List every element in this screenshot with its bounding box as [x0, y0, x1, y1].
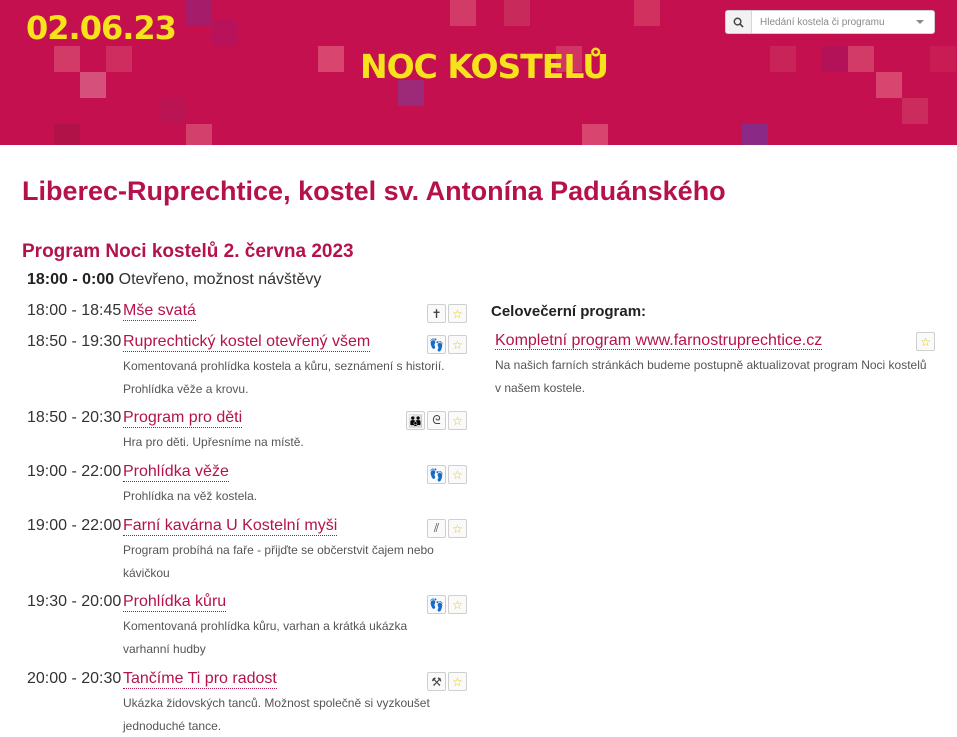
program-item-icons: 👪 ᘓ ☆: [406, 411, 467, 430]
program-item-time: 19:30 - 20:00: [27, 593, 122, 610]
all-night-icons: ☆: [916, 332, 935, 351]
program-item-description: Komentovaná prohlídka kostela a kůru, se…: [123, 359, 445, 396]
family-icon[interactable]: 👪: [406, 411, 425, 430]
search-icon: [733, 17, 744, 28]
decor-square: [54, 124, 80, 145]
program-item-time: 18:00 - 18:45: [27, 302, 122, 319]
decor-square: [450, 0, 476, 26]
decor-square: [848, 46, 874, 72]
program-item-description: Ukázka židovských tanců. Možnost společn…: [123, 696, 430, 733]
event-date-logo[interactable]: 02.06.23: [26, 9, 177, 47]
footsteps-icon[interactable]: 👣: [427, 595, 446, 614]
program-item-link[interactable]: Mše svatá: [123, 302, 196, 321]
decor-square: [54, 46, 80, 72]
program-item: 20:00 - 20:30 Tančíme Ti pro radost Ukáz…: [27, 670, 469, 737]
program-item-link[interactable]: Prohlídka kůru: [123, 593, 227, 612]
program-item-icons: ✝ ☆: [427, 304, 467, 323]
program-item-time: 19:00 - 22:00: [27, 517, 122, 534]
decor-square: [160, 98, 186, 124]
pacifier-icon[interactable]: ᘓ: [427, 411, 446, 430]
program-item-icons: ⫽ ☆: [427, 519, 467, 538]
decor-square: [318, 46, 344, 72]
decor-square: [742, 124, 768, 145]
decor-square: [106, 46, 132, 72]
program-item-time: 19:00 - 22:00: [27, 463, 122, 480]
program-item-description: Hra pro děti. Upřesníme na místě.: [123, 435, 304, 449]
search-input[interactable]: [752, 11, 916, 33]
program-item-link[interactable]: Prohlídka věže: [123, 463, 229, 482]
program-item-time: 20:00 - 20:30: [27, 670, 122, 687]
decor-square: [876, 72, 902, 98]
program-item: 19:30 - 20:00 Prohlídka kůru Komentovaná…: [27, 593, 469, 661]
church-search-box[interactable]: [725, 10, 935, 34]
program-item-link[interactable]: Tančíme Ti pro radost: [123, 670, 277, 689]
program-item-icons: 👣 ☆: [427, 335, 467, 354]
program-item-description: Program probíhá na faře - přijďte se obč…: [123, 543, 434, 580]
chevron-down-icon[interactable]: [916, 20, 924, 24]
favorite-star-icon[interactable]: ☆: [448, 465, 467, 484]
decor-square: [80, 72, 106, 98]
mass-icon[interactable]: ✝: [427, 304, 446, 323]
all-night-description: Na našich farních stránkách budeme postu…: [495, 358, 927, 395]
program-item-link[interactable]: Ruprechtický kostel otevřený všem: [123, 333, 371, 352]
program-title: Program Noci kostelů 2. června 2023: [22, 241, 354, 262]
program-item-icons: ⚒ ☆: [427, 672, 467, 691]
favorite-star-icon[interactable]: ☆: [448, 519, 467, 538]
cutlery-icon[interactable]: ⫽: [427, 519, 446, 538]
program-item: 19:00 - 22:00 Farní kavárna U Kostelní m…: [27, 517, 469, 585]
church-title: Liberec-Ruprechtice, kostel sv. Antonína…: [22, 176, 726, 206]
program-item-time: 18:50 - 20:30: [27, 409, 122, 426]
brand-logo[interactable]: NOC KOSTELŮ: [360, 47, 609, 86]
hammer-icon[interactable]: ⚒: [427, 672, 446, 691]
program-item-icons: 👣 ☆: [427, 595, 467, 614]
opening-hours-text: Otevřeno, možnost návštěvy: [118, 271, 322, 288]
decor-square: [902, 98, 928, 124]
search-button[interactable]: [726, 11, 752, 33]
decor-square: [634, 0, 660, 26]
decor-square: [822, 46, 848, 72]
program-item-link[interactable]: Program pro děti: [123, 409, 243, 428]
favorite-star-icon[interactable]: ☆: [448, 411, 467, 430]
favorite-star-icon[interactable]: ☆: [448, 672, 467, 691]
program-item: 18:50 - 20:30 Program pro děti Hra pro d…: [27, 409, 469, 454]
favorite-star-icon[interactable]: ☆: [448, 304, 467, 323]
program-item-time: 18:50 - 19:30: [27, 333, 122, 350]
all-night-heading: Celovečerní program:: [491, 303, 647, 320]
program-item: 18:50 - 19:30 Ruprechtický kostel otevře…: [27, 333, 469, 401]
opening-hours: 18:00 - 0:00 Otevřeno, možnost návštěvy: [27, 271, 321, 289]
footsteps-icon[interactable]: 👣: [427, 335, 446, 354]
opening-hours-time: 18:00 - 0:00: [27, 271, 115, 288]
favorite-star-icon[interactable]: ☆: [448, 595, 467, 614]
all-night-link[interactable]: Kompletní program www.farnostruprechtice…: [495, 332, 823, 350]
header-banner: 02.06.23 NOC KOSTELŮ: [0, 0, 957, 145]
decor-square: [186, 0, 212, 26]
program-item: 18:00 - 18:45 Mše svatá ✝ ☆: [27, 302, 469, 324]
decor-square: [930, 46, 956, 72]
program-item-description: Prohlídka na věž kostela.: [123, 489, 258, 503]
decor-square: [582, 124, 608, 145]
program-item: 19:00 - 22:00 Prohlídka věže Prohlídka n…: [27, 463, 469, 508]
all-night-item: Kompletní program www.farnostruprechtice…: [495, 332, 935, 400]
footsteps-icon[interactable]: 👣: [427, 465, 446, 484]
program-item-link[interactable]: Farní kavárna U Kostelní myši: [123, 517, 338, 536]
program-item-icons: 👣 ☆: [427, 465, 467, 484]
favorite-star-icon[interactable]: ☆: [916, 332, 935, 351]
decor-square: [186, 124, 212, 145]
decor-square: [504, 0, 530, 26]
decor-square: [212, 20, 238, 46]
decor-square: [770, 46, 796, 72]
favorite-star-icon[interactable]: ☆: [448, 335, 467, 354]
program-item-description: Komentovaná prohlídka kůru, varhan a krá…: [123, 619, 408, 656]
